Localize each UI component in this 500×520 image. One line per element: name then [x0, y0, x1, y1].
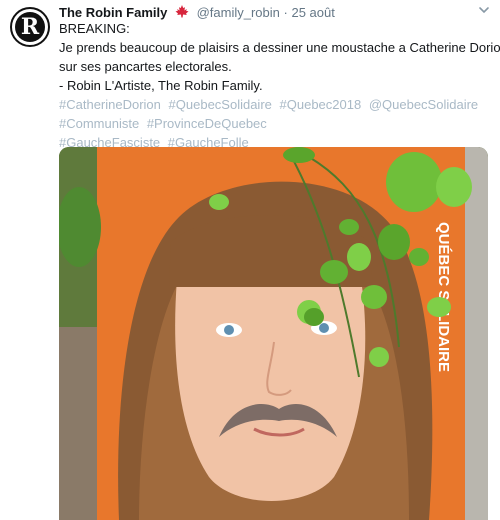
mention-link[interactable]: @QuebecSolidaire — [369, 97, 478, 112]
avatar[interactable]: R — [10, 7, 50, 47]
hashtag-link[interactable]: #ProvinceDeQuebec — [147, 116, 267, 131]
face — [175, 279, 366, 501]
display-name[interactable]: The Robin Family — [59, 5, 167, 20]
building-left — [59, 327, 99, 520]
hashtag-link[interactable]: #CatherineDorion — [59, 97, 161, 112]
tweet-text: BREAKING: Je prends beaucoup de plaisirs… — [59, 19, 500, 152]
tweet-line: sur ses pancartes electorales. — [59, 59, 232, 74]
hashtag-line: #CatherineDorion #QuebecSolidaire #Quebe… — [59, 95, 486, 114]
left-iris — [224, 325, 234, 335]
hashtag-link[interactable]: #QuebecSolidaire — [169, 97, 272, 112]
avatar-letter: R — [15, 12, 45, 42]
party-text: QUÉBEC SOLIDAIRE — [435, 222, 452, 372]
tweet-photo[interactable]: QUÉBEC SOLIDAIRE — [59, 147, 488, 520]
tweet-line: - Robin L'Artiste, The Robin Family. — [59, 78, 263, 93]
hashtag-line: #Communiste #ProvinceDeQuebec — [59, 114, 486, 133]
tweet-date[interactable]: 25 août — [291, 5, 334, 20]
chevron-down-icon[interactable] — [478, 4, 490, 16]
maple-leaf-flag-icon — [175, 5, 189, 18]
right-iris — [319, 323, 329, 333]
handle[interactable]: @family_robin — [197, 5, 280, 20]
hashtag-link[interactable]: #Communiste — [59, 116, 139, 131]
poster-photo-illustration: QUÉBEC SOLIDAIRE — [59, 147, 488, 520]
tweet-line: Je prends beaucoup de plaisirs a dessine… — [59, 40, 500, 55]
tweet-line: BREAKING: — [59, 21, 130, 36]
tweet: R The Robin Family @family_robin · 25 ao… — [0, 0, 500, 520]
separator: · — [283, 5, 288, 20]
hashtag-link[interactable]: #Quebec2018 — [280, 97, 362, 112]
